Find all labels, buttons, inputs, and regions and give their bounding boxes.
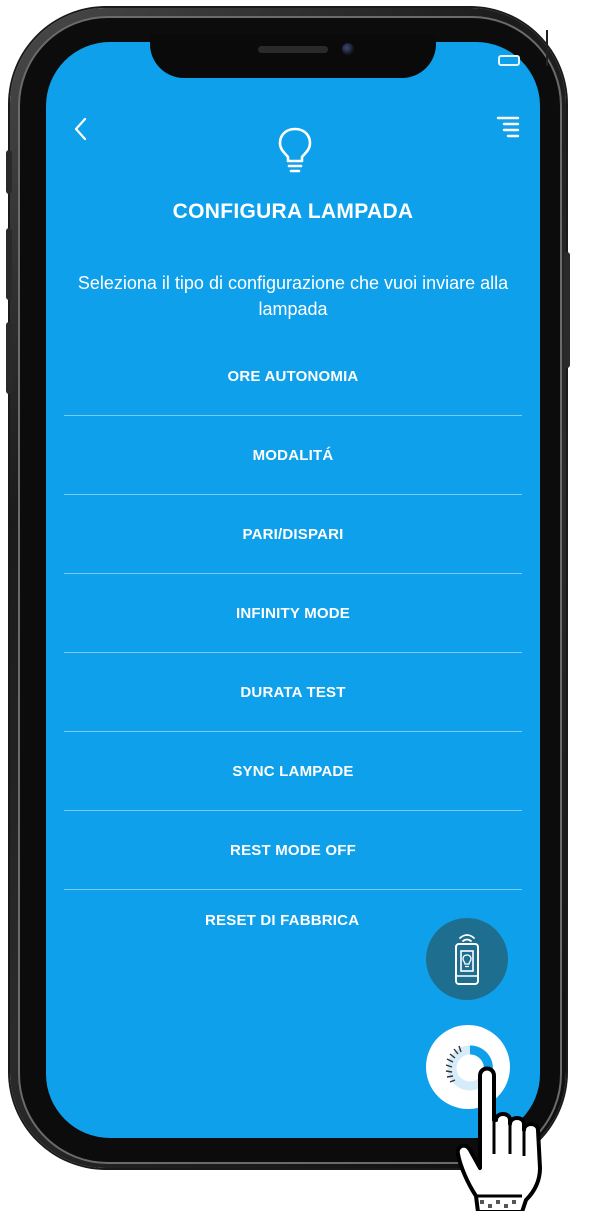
menu-icon[interactable] [494, 114, 522, 140]
chevron-left-icon[interactable] [68, 114, 94, 144]
menu-item-label: REST MODE OFF [230, 841, 356, 859]
menu-item-label: RESET DI FABBRICA [205, 912, 360, 929]
menu-item-label: PARI/DISPARI [242, 525, 344, 543]
menu-item-ore-autonomia[interactable]: ORE AUTONOMIA [64, 338, 522, 416]
silent-switch [6, 150, 12, 194]
phone-lamp-remote-icon [455, 934, 479, 985]
menu-item-label: ORE AUTONOMIA [227, 368, 359, 385]
lightbulb-icon [276, 126, 314, 176]
page-subtitle: Seleziona il tipo di configurazione che … [77, 273, 509, 319]
remote-send-button[interactable] [426, 918, 508, 1000]
volume-up-button [6, 228, 12, 300]
menu-item-label: MODALITÁ [252, 446, 334, 464]
volume-down-button [6, 322, 12, 394]
menu-item-label: SYNC LAMPADE [232, 762, 354, 780]
front-camera [342, 43, 354, 55]
menu-item-pari-dispari[interactable]: PARI/DISPARI [64, 495, 522, 574]
battery-icon [498, 55, 520, 66]
menu-item-sync-lampade[interactable]: SYNC LAMPADE [64, 732, 522, 811]
power-button [564, 252, 570, 368]
configuration-menu: ORE AUTONOMIA MODALITÁ PARI/DISPARI INFI… [64, 338, 522, 980]
stage: CONFIGURA LAMPADA Seleziona il tipo di c… [0, 0, 593, 1211]
page-title: CONFIGURA LAMPADA [172, 200, 414, 223]
menu-item-infinity-mode[interactable]: INFINITY MODE [64, 574, 522, 653]
earpiece-speaker [258, 46, 328, 53]
hand-pointer-icon [455, 1058, 593, 1211]
menu-item-durata-test[interactable]: DURATA TEST [64, 653, 522, 732]
menu-item-modalita[interactable]: MODALITÁ [64, 416, 522, 495]
menu-item-label: DURATA TEST [240, 683, 346, 701]
menu-item-rest-mode-off[interactable]: REST MODE OFF [64, 811, 522, 890]
status-divider [546, 30, 548, 66]
notch [150, 34, 436, 78]
menu-item-label: INFINITY MODE [236, 604, 350, 622]
